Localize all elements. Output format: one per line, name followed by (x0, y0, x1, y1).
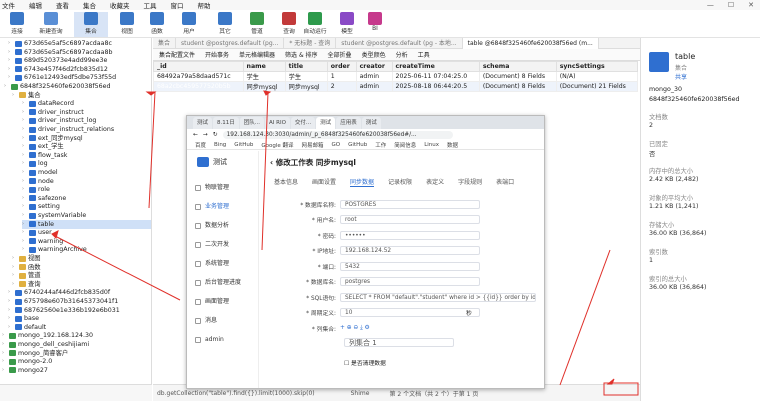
annotation-arrows (51, 90, 639, 396)
annotation-arrow (261, 91, 269, 251)
annotation-arrow (148, 91, 156, 209)
annotation-arrow (54, 235, 181, 301)
highlight-box (603, 382, 639, 396)
arrowhead (263, 90, 272, 96)
arrowhead (145, 91, 157, 96)
annotation-arrow (559, 249, 611, 386)
